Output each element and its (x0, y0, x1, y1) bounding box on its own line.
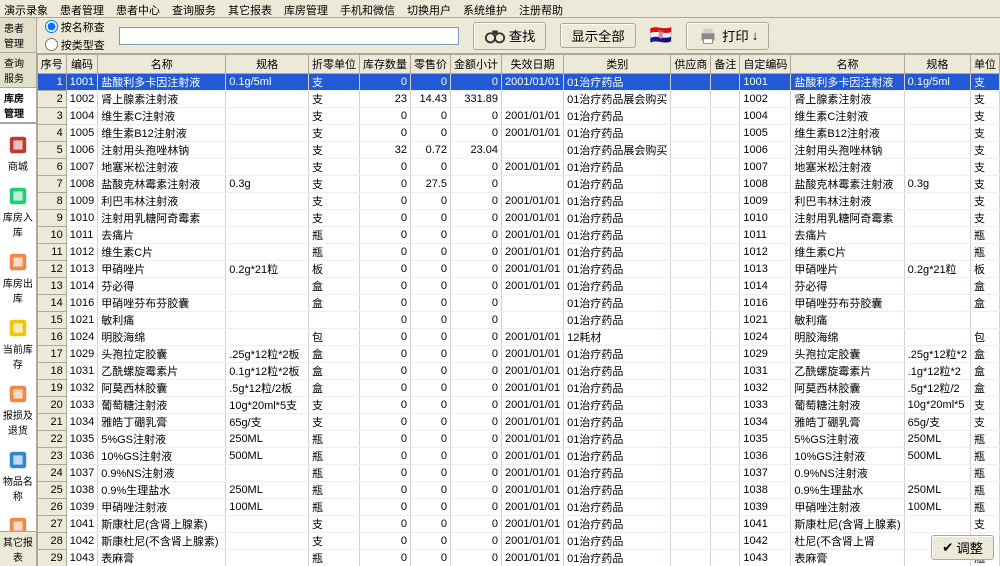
column-header[interactable]: 序号 (37, 55, 66, 74)
left-tab[interactable]: 查询服务 (0, 53, 36, 88)
radio-by-type[interactable]: 按类型查 (45, 37, 105, 53)
menu-item[interactable]: 库房管理 (284, 2, 328, 15)
nav-icon (7, 515, 29, 531)
table-row[interactable]: 51006注射用头孢唑林钠支320.7223.0401治疗药品展会购买1006注… (37, 142, 999, 159)
table-row[interactable]: 31004维生素C注射液支0002001/01/0101治疗药品1004维生素C… (37, 108, 999, 125)
menu-item[interactable]: 切换用户 (407, 2, 451, 15)
column-header[interactable]: 单位 (971, 55, 1000, 74)
printer-icon (697, 25, 719, 47)
table-row[interactable]: 91010注射用乳糖阿奇霉素支0002001/01/0101治疗药品1010注射… (37, 210, 999, 227)
print-button[interactable]: 打印↓ (686, 22, 769, 50)
column-header[interactable]: 类别 (564, 55, 671, 74)
table-row[interactable]: 181031乙酰螺旋霉素片0.1g*12粒*2板盒0002001/01/0101… (37, 363, 999, 380)
table-row[interactable]: 2210355%GS注射液250ML瓶0002001/01/0101治疗药品10… (37, 431, 999, 448)
toolbar: 按名称查 按类型查 查找 显示全部 🇭🇷 打印↓ (37, 18, 1000, 54)
menu-item[interactable]: 手机和微信 (340, 2, 395, 15)
adjust-button[interactable]: ✔ 调整 (931, 535, 994, 560)
table-row[interactable]: 281042斯康杜尼(不含肾上腺素)支0002001/01/0101治疗药品10… (37, 533, 999, 550)
nav-icon (7, 251, 29, 273)
table-row[interactable]: 161024明胶海绵包0002001/01/0112耗材1024明胶海绵包 (37, 329, 999, 346)
top-menu: 演示录象患者管理患者中心查询服务其它报表库房管理手机和微信切换用户系统维护注册帮… (0, 0, 1000, 18)
column-header[interactable]: 零售价 (411, 55, 451, 74)
table-row[interactable]: 2510380.9%生理盐水250ML瓶0002001/01/0101治疗药品1… (37, 482, 999, 499)
column-header[interactable]: 折零单位 (309, 55, 360, 74)
nav-icon (7, 185, 29, 207)
table-row[interactable]: 121013甲硝唑片0.2g*21粒板0002001/01/0101治疗药品10… (37, 261, 999, 278)
table-row[interactable]: 11001盐酸利多卡因注射液0.1g/5ml支0002001/01/0101治疗… (37, 74, 999, 91)
table-row[interactable]: 271041斯康杜尼(含肾上腺素)支0002001/01/0101治疗药品104… (37, 516, 999, 533)
left-panel: 患者管理查询服务库房管理 商城库房入库库房出库当前库存报损及退货物品名称低量报警… (0, 18, 37, 566)
column-header[interactable]: 供应商 (671, 55, 711, 74)
nav-item[interactable]: 物品名称 (0, 443, 36, 509)
search-input[interactable] (119, 27, 459, 45)
table-row[interactable]: 111012维生素C片瓶0002001/01/0101治疗药品1012维生素C片… (37, 244, 999, 261)
left-bottom-tab[interactable]: 其它报表 (0, 531, 36, 566)
menu-item[interactable]: 其它报表 (228, 2, 272, 15)
column-header[interactable]: 编码 (66, 55, 97, 74)
table-row[interactable]: 41005维生素B12注射液支0002001/01/0101治疗药品1005维生… (37, 125, 999, 142)
search-button[interactable]: 查找 (473, 22, 547, 50)
table-row[interactable]: 71008盐酸克林霉素注射液0.3g支027.5001治疗药品1008盐酸克林霉… (37, 176, 999, 193)
show-all-button[interactable]: 显示全部 (560, 23, 635, 48)
left-nav: 商城库房入库库房出库当前库存报损及退货物品名称低量报警进货申请表 (0, 124, 36, 531)
menu-item[interactable]: 患者中心 (116, 2, 160, 15)
column-header[interactable]: 失效日期 (502, 55, 564, 74)
nav-icon (7, 134, 29, 156)
left-tab[interactable]: 患者管理 (0, 18, 36, 53)
table-row[interactable]: 201033葡萄糖注射液10g*20ml*5支支0002001/01/0101治… (37, 397, 999, 414)
menu-item[interactable]: 演示录象 (4, 2, 48, 15)
table-row[interactable]: 211034雅皓丁硼乳膏65g/支支0002001/01/0101治疗药品103… (37, 414, 999, 431)
table-row[interactable]: 171029头孢拉定胶囊.25g*12粒*2板盒0002001/01/0101治… (37, 346, 999, 363)
nav-item[interactable]: 报损及退货 (0, 377, 36, 443)
column-header[interactable]: 规格 (226, 55, 309, 74)
nav-item[interactable]: 低量报警 (0, 509, 36, 531)
column-header[interactable]: 名称 (791, 55, 904, 74)
left-tab[interactable]: 库房管理 (0, 88, 36, 123)
nav-item[interactable]: 当前库存 (0, 311, 36, 377)
table-row[interactable]: 101011去痛片瓶0002001/01/0101治疗药品1011去痛片瓶 (37, 227, 999, 244)
table-row[interactable]: 21002肾上腺素注射液支2314.43331.8901治疗药品展会购买1002… (37, 91, 999, 108)
menu-item[interactable]: 系统维护 (463, 2, 507, 15)
menu-item[interactable]: 患者管理 (60, 2, 104, 15)
binoculars-icon (484, 25, 506, 47)
column-header[interactable]: 规格 (904, 55, 970, 74)
table-row[interactable]: 61007地塞米松注射液支0002001/01/0101治疗药品1007地塞米松… (37, 159, 999, 176)
table-row[interactable]: 131014芬必得盒0002001/01/0101治疗药品1014芬必得盒 (37, 278, 999, 295)
table-row[interactable]: 291043表麻膏瓶0002001/01/0101治疗药品1043表麻膏瓶 (37, 550, 999, 566)
nav-icon (7, 317, 29, 339)
radio-by-name[interactable]: 按名称查 (45, 19, 105, 35)
table-row[interactable]: 23103610%GS注射液500ML瓶0002001/01/0101治疗药品1… (37, 448, 999, 465)
table-row[interactable]: 151021敏利痛00001治疗药品1021敏利痛 (37, 312, 999, 329)
flag-icon: 🇭🇷 (650, 25, 672, 46)
table-row[interactable]: 191032阿莫西林胶囊.5g*12粒/2板盒0002001/01/0101治疗… (37, 380, 999, 397)
table-row[interactable]: 81009利巴韦林注射液支0002001/01/0101治疗药品1009利巴韦林… (37, 193, 999, 210)
nav-item[interactable]: 库房入库 (0, 179, 36, 245)
column-header[interactable]: 备注 (711, 55, 740, 74)
column-header[interactable]: 库存数量 (360, 55, 411, 74)
nav-icon (7, 383, 29, 405)
nav-icon (7, 449, 29, 471)
column-header[interactable]: 名称 (98, 55, 226, 74)
column-header[interactable]: 自定编码 (740, 55, 791, 74)
column-header[interactable]: 金额小计 (451, 55, 502, 74)
table-row[interactable]: 261039甲硝唑注射液100ML瓶0002001/01/0101治疗药品103… (37, 499, 999, 516)
left-tabs: 患者管理查询服务库房管理 (0, 18, 36, 124)
nav-item[interactable]: 商城 (0, 128, 36, 179)
nav-item[interactable]: 库房出库 (0, 245, 36, 311)
data-grid[interactable]: 序号编码名称规格折零单位库存数量零售价金额小计失效日期类别供应商备注自定编码名称… (37, 54, 1000, 566)
table-row[interactable]: 141016甲硝唑芬布芬胶囊盒00001治疗药品1016甲硝唑芬布芬胶囊盒 (37, 295, 999, 312)
table-row[interactable]: 2410370.9%NS注射液瓶0002001/01/0101治疗药品10370… (37, 465, 999, 482)
menu-item[interactable]: 查询服务 (172, 2, 216, 15)
menu-item[interactable]: 注册帮助 (519, 2, 563, 15)
